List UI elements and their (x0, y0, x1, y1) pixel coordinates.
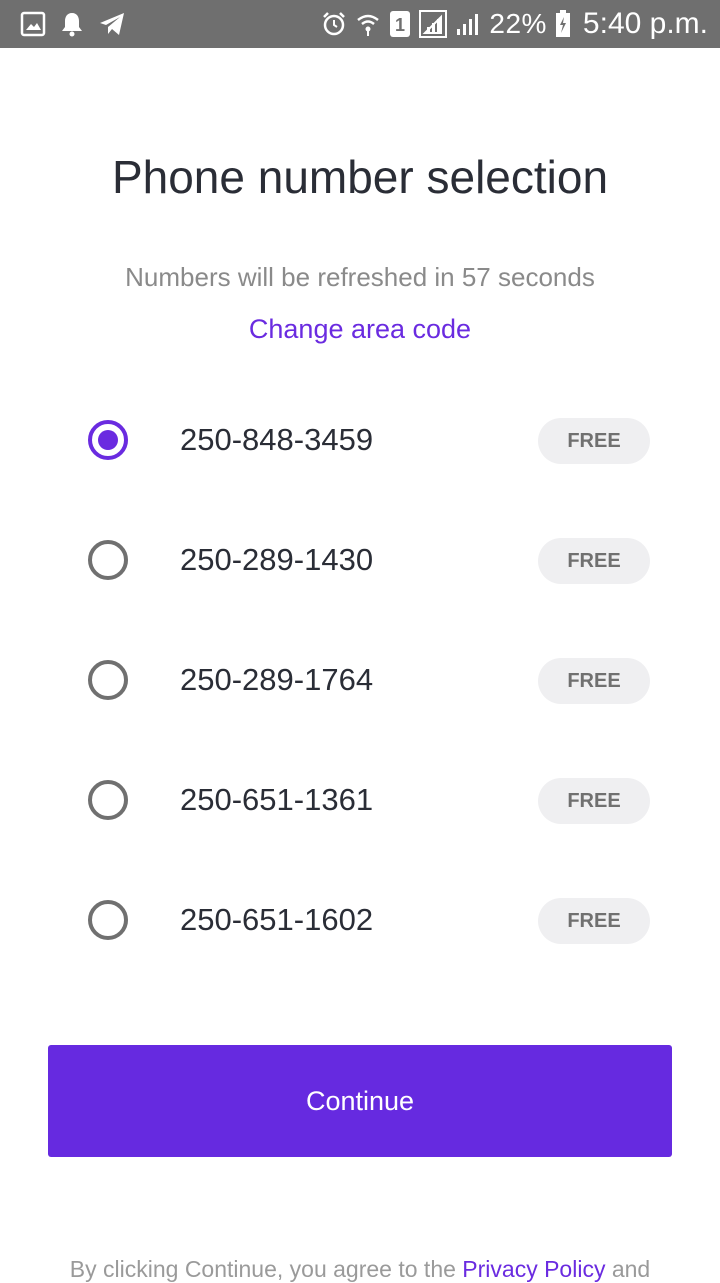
sim-icon: 1 (389, 10, 411, 38)
phone-number-option[interactable]: 250-651-1361 FREE (0, 740, 720, 860)
notification-icons (20, 11, 126, 37)
bell-icon (60, 11, 84, 37)
phone-number-option[interactable]: 250-848-3459 FREE (0, 380, 720, 500)
price-badge: FREE (538, 418, 650, 464)
radio-button[interactable] (88, 420, 128, 460)
change-area-code-link[interactable]: Change area code (0, 314, 720, 345)
alarm-icon (321, 11, 347, 37)
privacy-policy-link[interactable]: Privacy Policy (462, 1256, 605, 1282)
price-badge: FREE (538, 658, 650, 704)
radio-button[interactable] (88, 660, 128, 700)
phone-number: 250-651-1361 (180, 782, 374, 817)
continue-button[interactable]: Continue (48, 1045, 672, 1157)
footer-text-suffix: and (611, 1256, 651, 1282)
telegram-icon (98, 11, 126, 37)
phone-number-option[interactable]: 250-651-1602 FREE (0, 860, 720, 980)
system-icons: 1 22% 5:40 p.m. (321, 7, 708, 41)
radio-button[interactable] (88, 540, 128, 580)
page-title: Phone number selection (111, 151, 609, 203)
footer-text: By clicking Continue, you agree to the (69, 1256, 456, 1282)
terms-footer: By clicking Continue, you agree to the P… (0, 1256, 720, 1283)
refresh-countdown-text: Numbers will be refreshed in 57 seconds (125, 262, 595, 292)
radio-button[interactable] (88, 780, 128, 820)
battery-percent: 22% (489, 8, 547, 39)
phone-number-option[interactable]: 250-289-1764 FREE (0, 620, 720, 740)
signal-icon (455, 11, 481, 37)
signal-icon (419, 10, 448, 38)
phone-number: 250-651-1602 (180, 902, 374, 937)
status-bar: 1 22% 5:40 p.m. (0, 0, 720, 48)
phone-number: 250-848-3459 (180, 422, 374, 457)
wifi-icon (355, 11, 381, 37)
phone-number: 250-289-1764 (180, 662, 374, 697)
clock: 5:40 p.m. (582, 7, 708, 40)
image-icon (20, 11, 46, 37)
battery-charging-icon (555, 10, 571, 38)
price-badge: FREE (538, 538, 650, 584)
phone-number-option[interactable]: 250-289-1430 FREE (0, 500, 720, 620)
radio-button[interactable] (88, 900, 128, 940)
sim-slot-number: 1 (395, 15, 405, 35)
price-badge: FREE (538, 898, 650, 944)
phone-number: 250-289-1430 (180, 542, 374, 577)
price-badge: FREE (538, 778, 650, 824)
